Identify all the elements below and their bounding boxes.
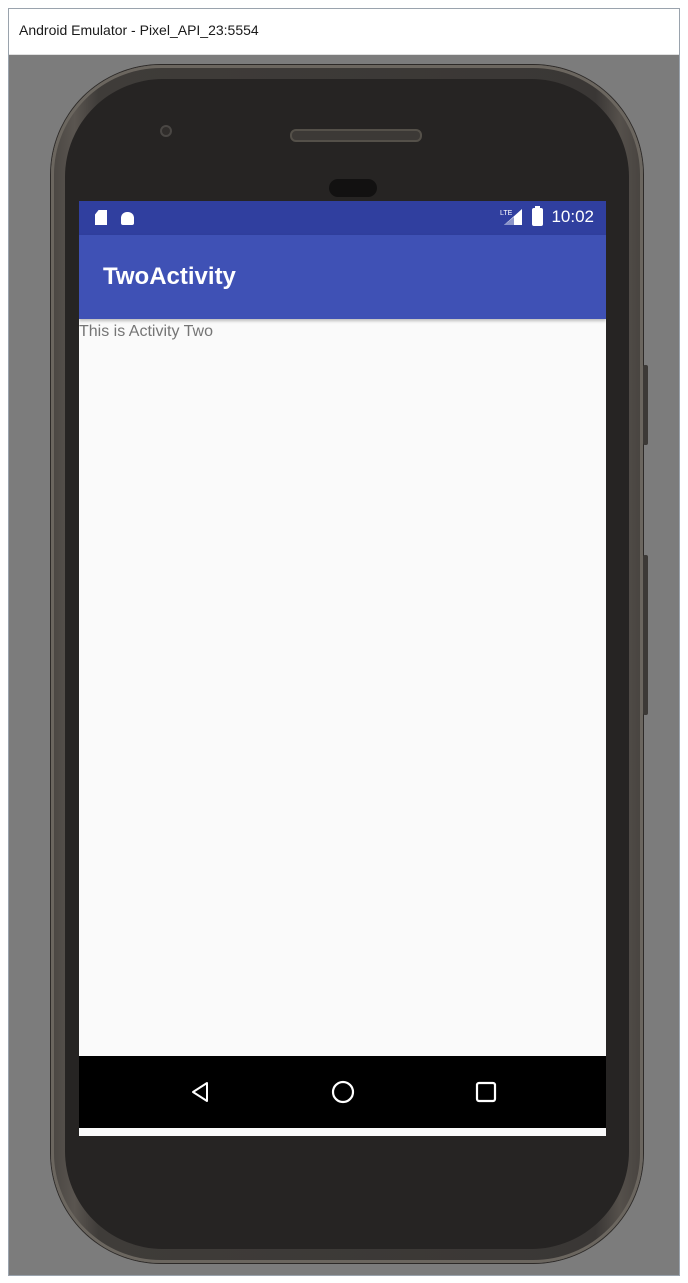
- app-bar: TwoActivity: [79, 235, 606, 319]
- signal-icon: LTE: [500, 207, 524, 227]
- proximity-sensor: [329, 179, 377, 197]
- app-title: TwoActivity: [103, 263, 236, 290]
- home-icon: [331, 1080, 355, 1104]
- window-titlebar[interactable]: Android Emulator - Pixel_API_23:5554: [9, 9, 679, 55]
- volume-button[interactable]: [643, 555, 648, 715]
- recents-button[interactable]: [468, 1074, 504, 1110]
- power-button[interactable]: [643, 365, 648, 445]
- emulator-window: Android Emulator - Pixel_API_23:5554 LTE…: [8, 8, 680, 1276]
- back-icon: [192, 1082, 208, 1102]
- activity-text: This is Activity Two: [79, 323, 213, 340]
- battery-icon: [532, 206, 544, 226]
- sd-card-icon: [95, 210, 107, 225]
- emulator-area: LTE 10:02 TwoActivity This is Activity T…: [9, 55, 679, 1275]
- earpiece-speaker: [290, 129, 422, 142]
- status-bar[interactable]: LTE 10:02: [79, 201, 606, 235]
- android-icon: [121, 212, 134, 225]
- navigation-bar: [79, 1056, 606, 1128]
- back-button[interactable]: [183, 1074, 219, 1110]
- status-clock: 10:02: [551, 207, 594, 226]
- device-screen[interactable]: LTE 10:02 TwoActivity This is Activity T…: [79, 201, 606, 1136]
- home-button[interactable]: [325, 1074, 361, 1110]
- front-camera-icon: [160, 125, 172, 137]
- window-title: Android Emulator - Pixel_API_23:5554: [19, 22, 259, 38]
- recents-icon: [475, 1081, 497, 1103]
- svg-text:LTE: LTE: [500, 210, 513, 217]
